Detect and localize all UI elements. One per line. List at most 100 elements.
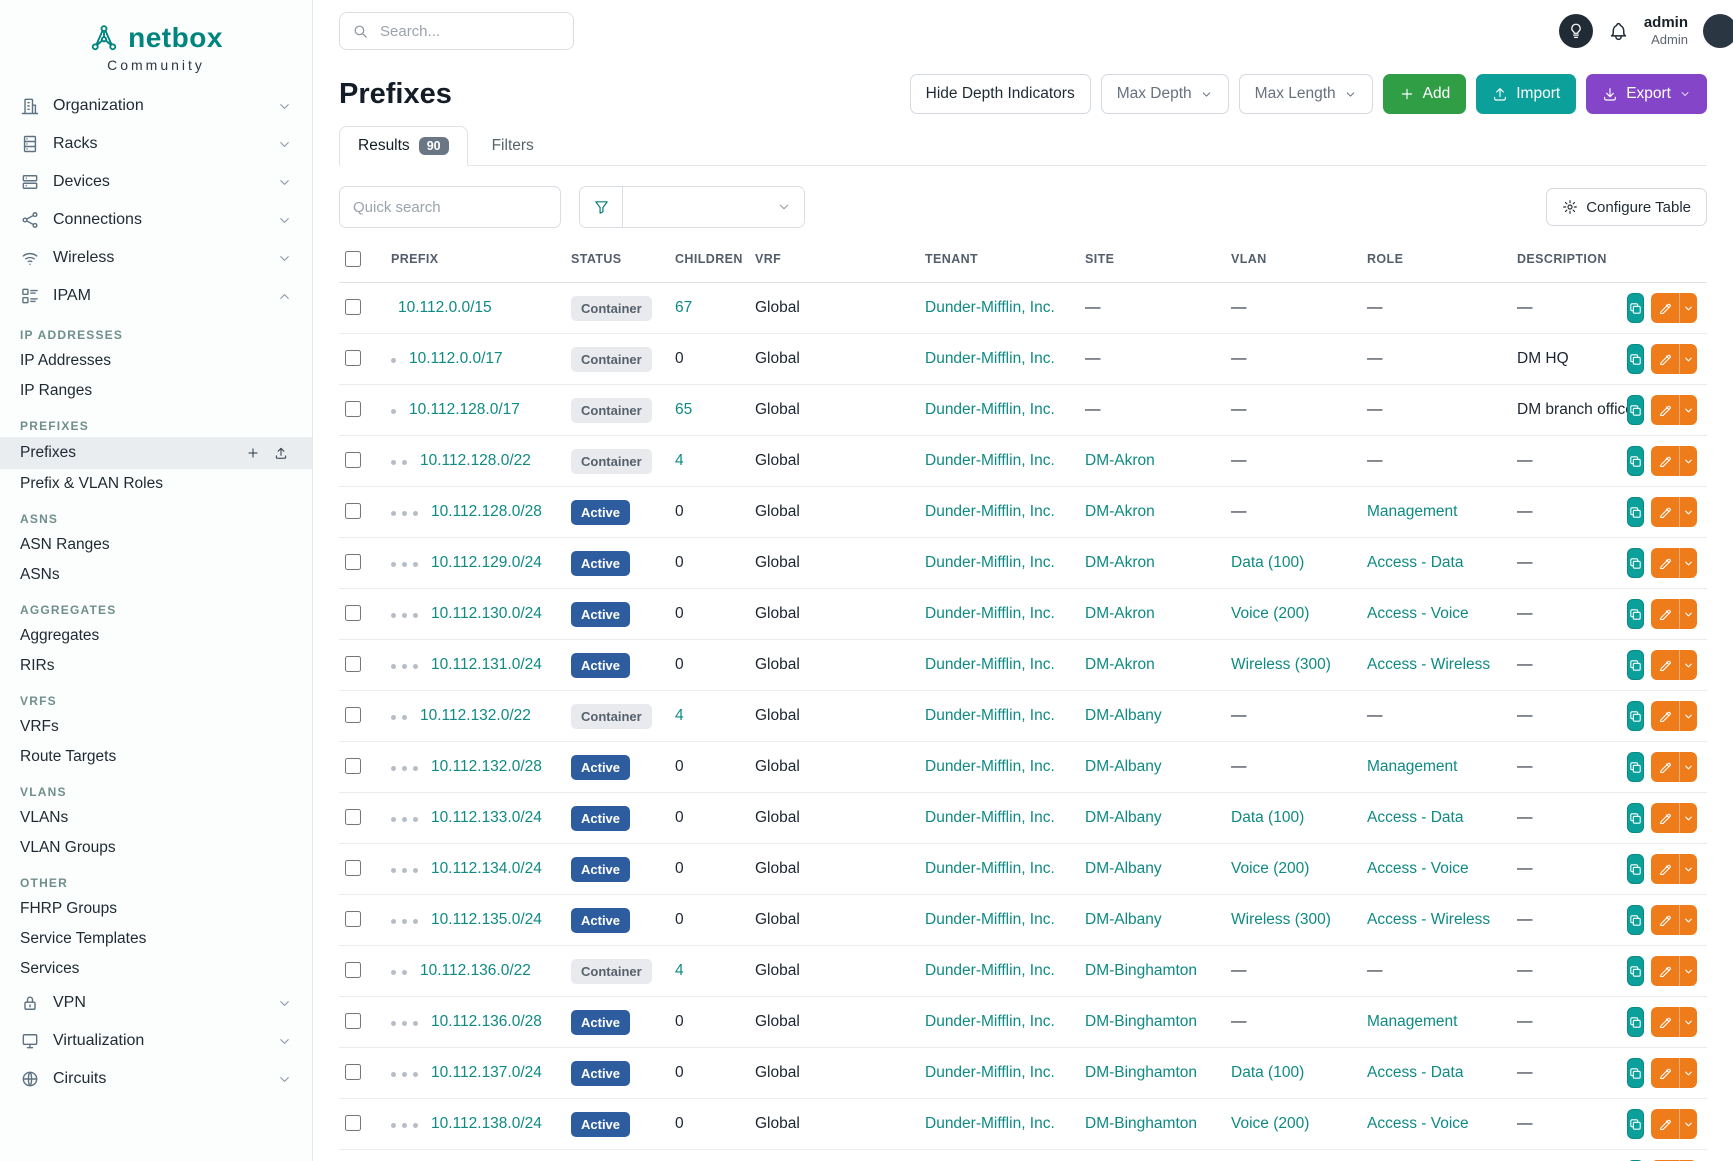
tenant-link[interactable]: Dunder-Mifflin, Inc. [925,503,1055,520]
sidebar-item-route-targets[interactable]: Route Targets [0,742,312,772]
edit-dropdown-button[interactable] [1679,650,1697,680]
prefix-link[interactable]: 10.112.136.0/28 [431,1013,542,1030]
quick-search-input[interactable] [339,186,561,228]
row-checkbox[interactable] [345,1064,361,1080]
configure-table-button[interactable]: Configure Table [1546,188,1707,226]
edit-dropdown-button[interactable] [1679,446,1697,476]
row-checkbox[interactable] [345,758,361,774]
site-link[interactable]: DM-Akron [1085,656,1155,673]
copy-button[interactable] [1627,1109,1644,1139]
sidebar-item-vlan-groups[interactable]: VLAN Groups [0,833,312,863]
role-link[interactable]: Access - Voice [1367,605,1469,622]
prefix-link[interactable]: 10.112.130.0/24 [431,605,542,622]
tenant-link[interactable]: Dunder-Mifflin, Inc. [925,962,1055,979]
copy-button[interactable] [1627,956,1644,986]
vlan-link[interactable]: Voice (200) [1231,860,1309,877]
edit-button[interactable] [1651,956,1679,986]
vlan-link[interactable]: Data (100) [1231,1064,1304,1081]
edit-dropdown-button[interactable] [1679,497,1697,527]
site-link[interactable]: DM-Albany [1085,758,1162,775]
row-checkbox[interactable] [345,605,361,621]
tenant-link[interactable]: Dunder-Mifflin, Inc. [925,1013,1055,1030]
sidebar-item-rirs[interactable]: RIRs [0,651,312,681]
row-checkbox[interactable] [345,554,361,570]
vlan-link[interactable]: Wireless (300) [1231,911,1331,928]
row-checkbox[interactable] [345,401,361,417]
row-checkbox[interactable] [345,299,361,315]
edit-button[interactable] [1651,905,1679,935]
copy-button[interactable] [1627,803,1644,833]
edit-button[interactable] [1651,497,1679,527]
vlan-link[interactable]: Data (100) [1231,554,1304,571]
sidebar-item-circuits[interactable]: Circuits [0,1060,312,1098]
edit-dropdown-button[interactable] [1679,701,1697,731]
edit-button[interactable] [1651,446,1679,476]
prefix-link[interactable]: 10.112.131.0/24 [431,656,542,673]
site-link[interactable]: DM-Akron [1085,605,1155,622]
prefix-link[interactable]: 10.112.0.0/15 [398,299,492,316]
column-header-vrf[interactable]: VRF [745,236,915,283]
column-header-tenant[interactable]: TENANT [915,236,1075,283]
sidebar-item-aggregates[interactable]: Aggregates [0,621,312,651]
edit-button[interactable] [1651,395,1679,425]
site-link[interactable]: DM-Akron [1085,554,1155,571]
site-link[interactable]: DM-Albany [1085,809,1162,826]
prefix-link[interactable]: 10.112.128.0/17 [409,401,520,418]
tenant-link[interactable]: Dunder-Mifflin, Inc. [925,707,1055,724]
tenant-link[interactable]: Dunder-Mifflin, Inc. [925,452,1055,469]
edit-dropdown-button[interactable] [1679,599,1697,629]
tenant-link[interactable]: Dunder-Mifflin, Inc. [925,911,1055,928]
tenant-link[interactable]: Dunder-Mifflin, Inc. [925,1115,1055,1132]
sidebar-item-connections[interactable]: Connections [0,201,312,239]
tenant-link[interactable]: Dunder-Mifflin, Inc. [925,758,1055,775]
add-button[interactable]: Add [1383,74,1467,114]
sidebar-item-wireless[interactable]: Wireless [0,239,312,277]
prefix-link[interactable]: 10.112.133.0/24 [431,809,542,826]
role-link[interactable]: Management [1367,503,1457,520]
max-depth-dropdown[interactable]: Max Depth [1101,74,1229,114]
prefix-link[interactable]: 10.112.137.0/24 [431,1064,542,1081]
site-link[interactable]: DM-Albany [1085,911,1162,928]
column-header-role[interactable]: ROLE [1357,236,1507,283]
row-checkbox[interactable] [345,656,361,672]
row-checkbox[interactable] [345,1115,361,1131]
column-header-site[interactable]: SITE [1075,236,1221,283]
column-header-prefix[interactable]: PREFIX [381,236,561,283]
select-all-checkbox[interactable] [345,251,361,267]
filter-funnel-icon[interactable] [579,186,623,228]
prefix-link[interactable]: 10.112.136.0/22 [420,962,531,979]
site-link[interactable]: DM-Albany [1085,707,1162,724]
edit-button[interactable] [1651,701,1679,731]
copy-button[interactable] [1627,905,1644,935]
edit-dropdown-button[interactable] [1679,548,1697,578]
sidebar-item-asns[interactable]: ASNs [0,560,312,590]
prefix-link[interactable]: 10.112.135.0/24 [431,911,542,928]
sidebar-item-fhrp-groups[interactable]: FHRP Groups [0,894,312,924]
sidebar-import-icon[interactable] [270,442,292,464]
edit-button[interactable] [1651,293,1679,323]
copy-button[interactable] [1627,548,1644,578]
vlan-link[interactable]: Voice (200) [1231,1115,1309,1132]
global-search-input[interactable] [378,22,561,41]
edit-button[interactable] [1651,1109,1679,1139]
copy-button[interactable] [1627,293,1644,323]
prefix-link[interactable]: 10.112.132.0/28 [431,758,542,775]
edit-button[interactable] [1651,1058,1679,1088]
hide-depth-indicators-button[interactable]: Hide Depth Indicators [910,74,1091,114]
edit-button[interactable] [1651,344,1679,374]
site-link[interactable]: DM-Binghamton [1085,1013,1197,1030]
tenant-link[interactable]: Dunder-Mifflin, Inc. [925,401,1055,418]
tenant-link[interactable]: Dunder-Mifflin, Inc. [925,809,1055,826]
role-link[interactable]: Management [1367,1013,1457,1030]
column-header-vlan[interactable]: VLAN [1221,236,1357,283]
vlan-link[interactable]: Wireless (300) [1231,656,1331,673]
role-link[interactable]: Access - Voice [1367,1115,1469,1132]
sidebar-item-prefix-vlan-roles[interactable]: Prefix & VLAN Roles [0,469,312,499]
sidebar-item-services[interactable]: Services [0,954,312,984]
edit-dropdown-button[interactable] [1679,803,1697,833]
sidebar-item-racks[interactable]: Racks [0,125,312,163]
edit-dropdown-button[interactable] [1679,956,1697,986]
children-count-link[interactable]: 67 [675,299,692,316]
copy-button[interactable] [1627,1058,1644,1088]
tenant-link[interactable]: Dunder-Mifflin, Inc. [925,299,1055,316]
